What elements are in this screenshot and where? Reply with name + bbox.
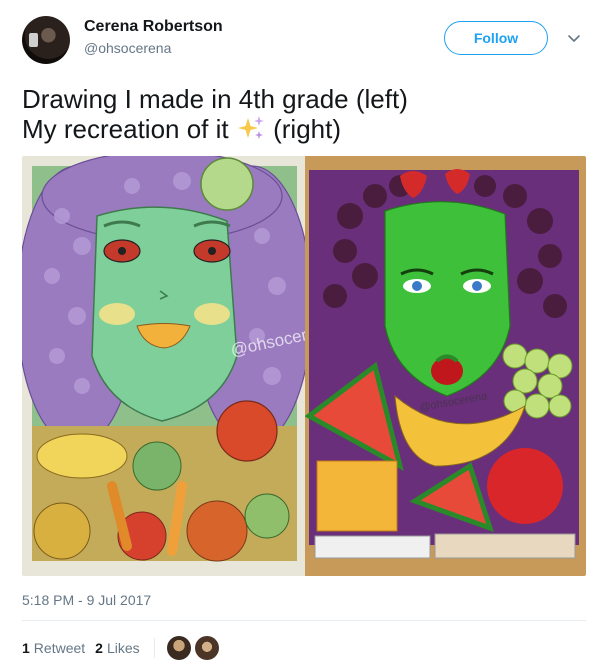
- tweet-text-line-1: Drawing I made in 4th grade (left): [22, 84, 408, 114]
- tweet-text-line-2: My recreation of it (right): [22, 114, 408, 144]
- stats-divider: [22, 620, 586, 621]
- tweet-text: Drawing I made in 4th grade (left) My re…: [22, 84, 408, 144]
- tweet-header: Cerena Robertson @ohsocerena Follow: [22, 14, 586, 68]
- user-handle[interactable]: @ohsocerena: [84, 40, 171, 56]
- stats-separator: [153, 638, 155, 658]
- likes-stat[interactable]: 2 Likes: [95, 640, 139, 656]
- tweet-text-line-2-end: (right): [273, 114, 342, 144]
- retweets-count: 1: [22, 640, 30, 656]
- tweet-timestamp[interactable]: 5:18 PM - 9 Jul 2017: [22, 592, 151, 608]
- avatar[interactable]: [22, 16, 70, 64]
- tweet-stats: 1 Retweet 2 Likes: [22, 636, 223, 660]
- retweets-label: Retweet: [33, 640, 86, 656]
- tweet-media[interactable]: @ohsocerena @ohsocerena: [22, 156, 586, 576]
- user-name[interactable]: Cerena Robertson: [84, 18, 223, 36]
- retweets-stat[interactable]: 1 Retweet: [22, 640, 85, 656]
- tweet-text-line-2-start: My recreation of it: [22, 114, 229, 144]
- liker-avatar[interactable]: [194, 636, 219, 660]
- recreation-photo[interactable]: @ohsocerena: [305, 156, 586, 576]
- liker-avatar[interactable]: [166, 636, 191, 660]
- sparkles-icon: [237, 116, 264, 139]
- childhood-drawing-photo[interactable]: @ohsocerena: [22, 156, 305, 576]
- caret-down-icon[interactable]: [566, 30, 582, 46]
- follow-button[interactable]: Follow: [444, 21, 548, 55]
- likes-label: Likes: [106, 640, 140, 656]
- likes-count: 2: [95, 640, 103, 656]
